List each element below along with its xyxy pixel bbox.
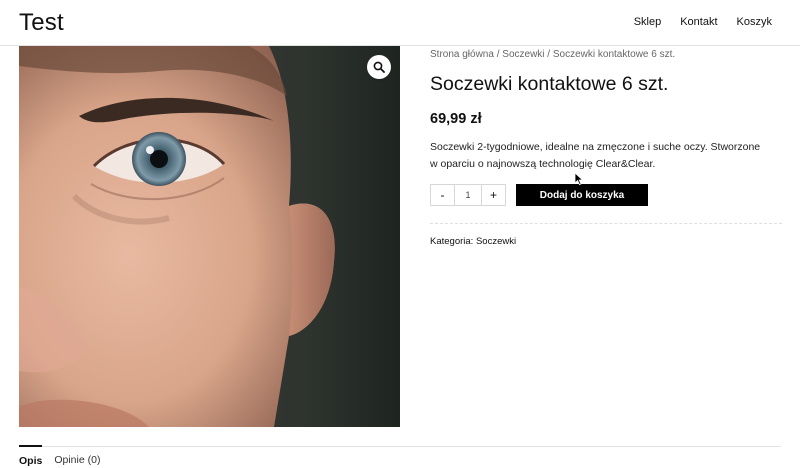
breadcrumb-category[interactable]: Soczewki <box>502 49 544 60</box>
product-description: Soczewki 2-tygodniowe, idealne na zmęczo… <box>430 141 761 170</box>
breadcrumb-home[interactable]: Strona główna <box>430 49 494 60</box>
product-meta: Kategoria: Soczewki <box>430 236 516 247</box>
tab-opis[interactable]: Opis <box>19 445 43 467</box>
summary-divider <box>430 223 782 224</box>
category-label: Kategoria: <box>430 236 476 247</box>
quantity-decrease-button[interactable]: - <box>431 185 455 205</box>
product-image[interactable] <box>19 46 400 427</box>
tabs-divider <box>19 446 781 447</box>
zoom-button[interactable] <box>367 55 391 79</box>
breadcrumb: Strona główna / Soczewki / Soczewki kont… <box>430 49 782 60</box>
category-link[interactable]: Soczewki <box>476 236 516 247</box>
product-price: 69,99 zł <box>430 111 482 127</box>
quantity-input[interactable] <box>455 185 481 205</box>
nav-item-sklep[interactable]: Sklep <box>634 16 662 28</box>
site-header: Test Sklep Kontakt Koszyk <box>0 0 800 46</box>
main-nav: Sklep Kontakt Koszyk <box>634 16 772 28</box>
quantity-increase-button[interactable]: + <box>481 185 505 205</box>
search-icon <box>373 61 385 73</box>
product-title: Soczewki kontaktowe 6 szt. <box>430 73 669 95</box>
site-title[interactable]: Test <box>19 9 64 37</box>
add-to-cart-form: - + Dodaj do koszyka <box>430 184 648 206</box>
nav-item-koszyk[interactable]: Koszyk <box>737 16 772 28</box>
tab-opinie[interactable]: Opinie (0) <box>54 446 100 468</box>
product-photo <box>19 46 400 427</box>
product-summary: Strona główna / Soczewki / Soczewki kont… <box>430 46 782 247</box>
breadcrumb-separator: / <box>544 49 553 60</box>
add-to-cart-button[interactable]: Dodaj do koszyka <box>516 184 648 206</box>
nav-item-kontakt[interactable]: Kontakt <box>680 16 717 28</box>
product-tabs: Opis Opinie (0) <box>19 445 100 468</box>
breadcrumb-current: Soczewki kontaktowe 6 szt. <box>552 49 676 60</box>
mouse-cursor-icon <box>574 172 584 186</box>
quantity-stepper: - + <box>430 184 506 206</box>
